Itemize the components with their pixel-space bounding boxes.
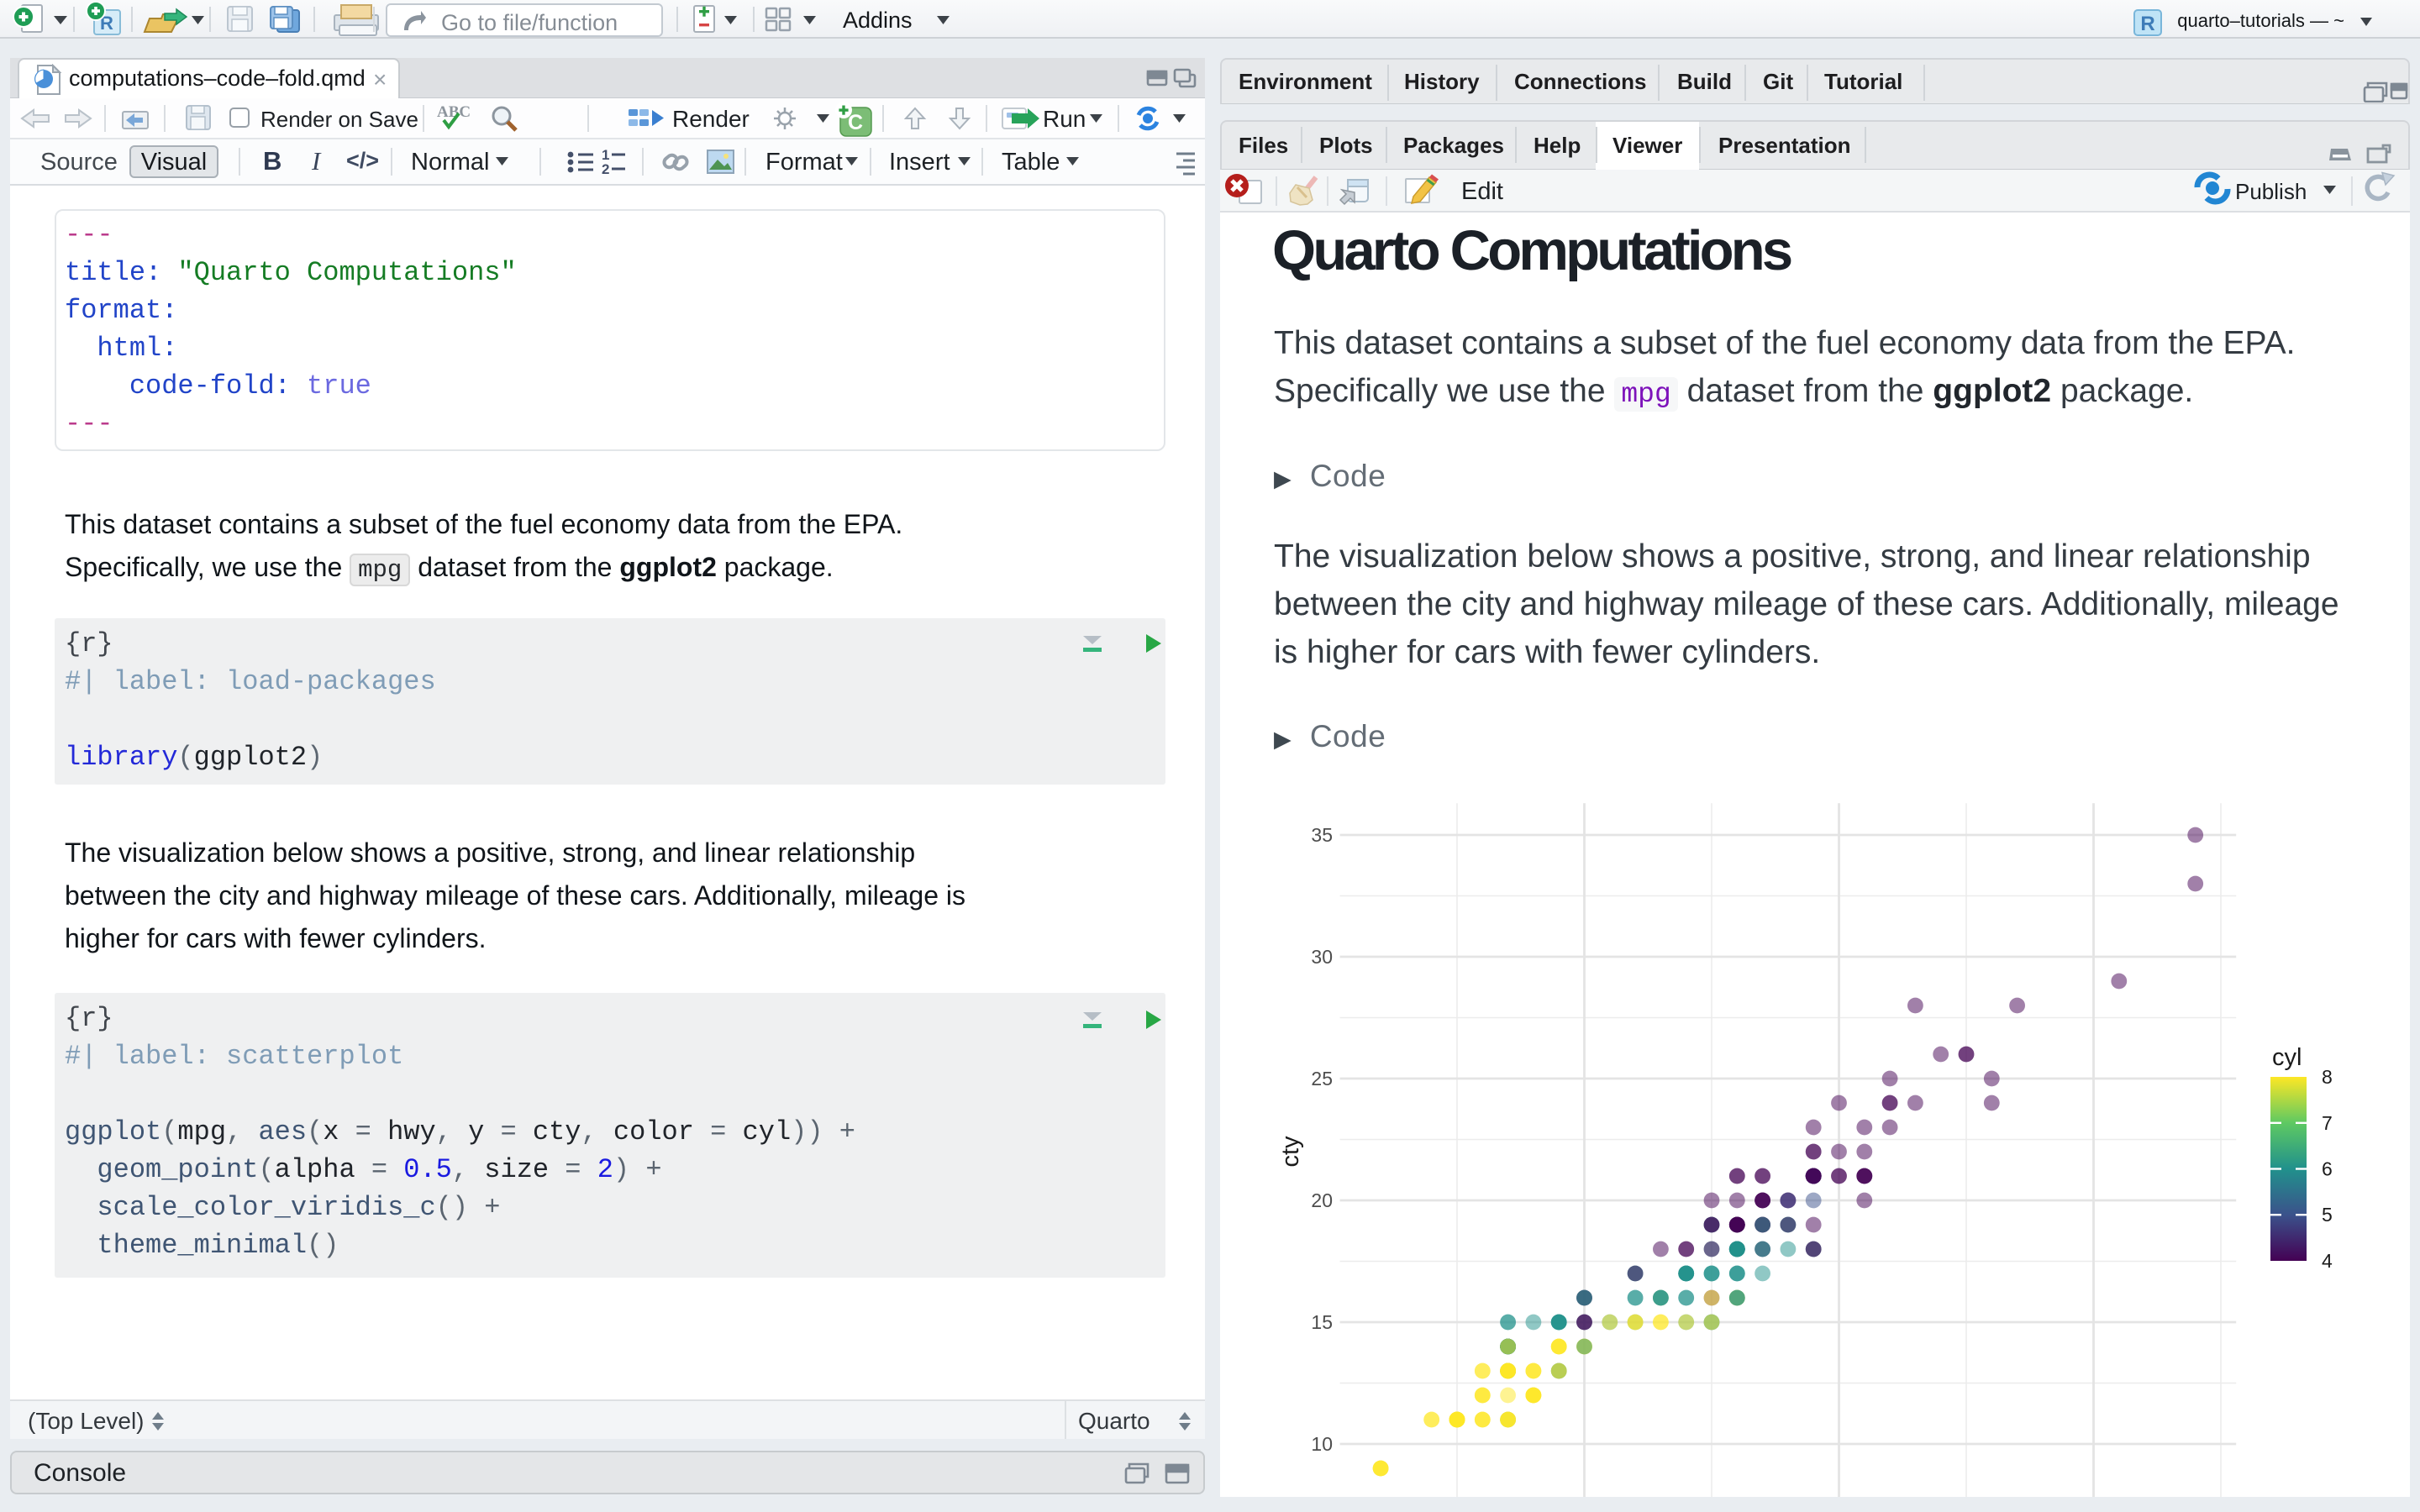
svg-text:25: 25 bbox=[1311, 1068, 1333, 1089]
svg-text:2: 2 bbox=[602, 161, 609, 177]
svg-text:35: 35 bbox=[1311, 824, 1333, 846]
svg-text:6: 6 bbox=[2322, 1158, 2333, 1180]
svg-text:15: 15 bbox=[1311, 1311, 1333, 1333]
svg-text:cyl: cyl bbox=[2272, 1044, 2302, 1071]
svg-text:4: 4 bbox=[2322, 1250, 2333, 1272]
svg-text:8: 8 bbox=[2322, 1066, 2333, 1088]
svg-text:10: 10 bbox=[1311, 1433, 1333, 1455]
svg-text:20: 20 bbox=[1311, 1189, 1333, 1211]
svg-text:7: 7 bbox=[2322, 1112, 2333, 1134]
svg-text:cty: cty bbox=[1277, 1136, 1304, 1168]
svg-text:5: 5 bbox=[2322, 1204, 2333, 1226]
svg-text:30: 30 bbox=[1311, 946, 1333, 968]
